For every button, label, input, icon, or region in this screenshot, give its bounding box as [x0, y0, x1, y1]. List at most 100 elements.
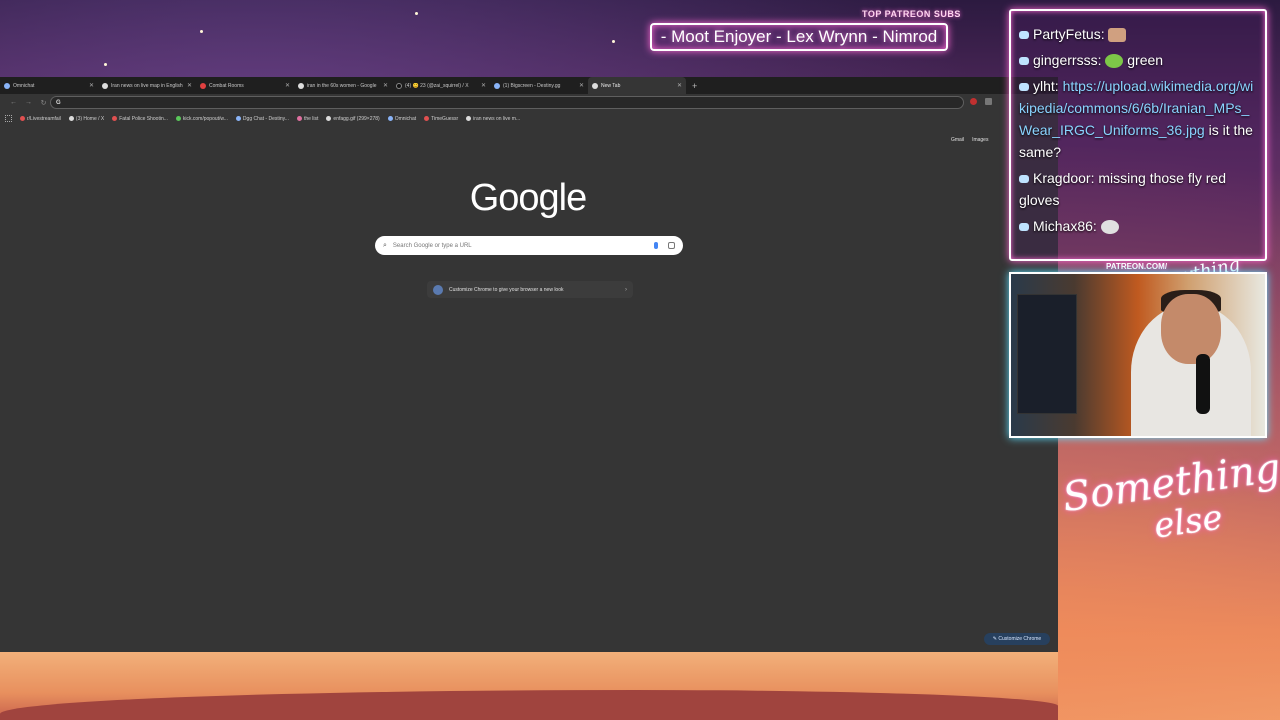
- patreon-label: TOP PATREON SUBS: [862, 9, 961, 19]
- google-logo: Google: [469, 177, 588, 219]
- search-icon: ⌕: [383, 241, 387, 249]
- patreon-subs-banner: - Moot Enjoyer - Lex Wrynn - Nimrod: [650, 23, 948, 51]
- gmail-link[interactable]: Gmail: [951, 137, 964, 143]
- emote-icon: [1108, 28, 1127, 43]
- tab-title: Combat Rooms: [209, 82, 244, 89]
- google-search-box[interactable]: ⌕ Search Google or type a URL: [375, 236, 683, 255]
- chat-icon: [4, 82, 10, 89]
- tab-iran-map[interactable]: Iran news on live map in English ✕: [98, 77, 196, 94]
- chat-username: ylht:: [1033, 78, 1059, 94]
- webcam-frame: [1009, 272, 1267, 438]
- microphone-icon[interactable]: [654, 242, 658, 249]
- bookmark-item[interactable]: the list: [296, 115, 319, 122]
- chat-username: gingerrsss:: [1033, 52, 1102, 68]
- tab-title: (4) 😊 23 (@zai_squirrel) / X: [405, 82, 469, 89]
- bookmark-item[interactable]: kick.com/popout/w...: [175, 115, 228, 122]
- reload-icon[interactable]: ↻: [36, 99, 51, 107]
- chat-bubble-icon: [1019, 31, 1029, 39]
- tab-new-tab[interactable]: New Tab ✕: [588, 77, 686, 94]
- bookmark-label: Fatal Police Shootin...: [119, 115, 168, 122]
- close-icon[interactable]: ✕: [481, 82, 486, 89]
- tab-bigscreen[interactable]: (1) Bigscreen - Destiny.gg ✕: [490, 77, 588, 94]
- close-icon[interactable]: ✕: [677, 82, 682, 89]
- bookmark-icon: [296, 116, 302, 121]
- extensions-puzzle-icon[interactable]: [985, 98, 992, 105]
- bookmark-item[interactable]: Dgg Chat - Destiny...: [235, 116, 289, 122]
- close-icon[interactable]: ✕: [89, 82, 94, 89]
- tab-strip: Omnichat ✕ Iran news on live map in Engl…: [0, 77, 1058, 94]
- chat-bubble-icon: [1019, 175, 1029, 183]
- image-icon: [326, 116, 332, 121]
- tab-title: Iran news on live map in English: [111, 82, 183, 89]
- emote-icon: [1100, 220, 1119, 235]
- chrome-icon: [592, 82, 598, 89]
- new-tab-button[interactable]: +: [692, 81, 697, 91]
- logo-line-2: else: [1151, 497, 1226, 547]
- bookmark-icon: [112, 116, 118, 121]
- bookmark-label: iran news on live m...: [473, 115, 521, 122]
- bookmark-item[interactable]: iran news on live m...: [466, 116, 520, 122]
- toolbar-extensions: [970, 98, 992, 105]
- chat-message: gingerrsss: green: [1019, 49, 1257, 71]
- palette-icon: [433, 284, 443, 295]
- bookmark-item[interactable]: (3) Home / X: [68, 116, 104, 122]
- address-input[interactable]: [64, 99, 945, 106]
- google-icon: G: [56, 99, 61, 106]
- browser-toolbar: ← → ↻ G: [0, 94, 1058, 111]
- apps-grid-icon[interactable]: [5, 115, 12, 122]
- kick-icon: [175, 116, 181, 121]
- tab-google-search[interactable]: iran in the 60s women - Google ✕: [294, 77, 392, 94]
- star-decoration: [415, 12, 418, 15]
- chat-username: PartyFetus:: [1033, 26, 1105, 42]
- bookmark-item[interactable]: Omnichat: [387, 115, 417, 122]
- browser-window: Omnichat ✕ Iran news on live map in Engl…: [0, 77, 1058, 652]
- bookmark-item[interactable]: enfagg.gif (299×278): [326, 115, 380, 122]
- chat-bubble-icon: [1019, 83, 1029, 91]
- customize-chrome-button[interactable]: ✎ Customize Chrome: [984, 633, 1050, 645]
- bookmark-label: r/Livestreamfail: [27, 115, 61, 122]
- star-decoration: [104, 63, 107, 66]
- chat-message: Kragdoor: missing those fly red gloves: [1019, 167, 1257, 211]
- bookmark-label: the list: [303, 115, 319, 122]
- bookmark-label: Omnichat: [394, 115, 417, 122]
- customize-button-label: Customize Chrome: [998, 636, 1042, 642]
- webcam-head: [1161, 294, 1221, 364]
- customize-chrome-chip[interactable]: Customize Chrome to give your browser a …: [427, 281, 633, 298]
- bookmark-item[interactable]: TimeGuessr: [424, 116, 458, 122]
- emote-icon: [1105, 54, 1124, 69]
- close-icon[interactable]: ✕: [285, 82, 290, 89]
- back-icon[interactable]: ←: [6, 99, 21, 106]
- chat-username: Michax86:: [1033, 218, 1097, 234]
- close-icon[interactable]: ✕: [383, 82, 388, 89]
- address-bar[interactable]: G: [50, 96, 964, 109]
- chat-bubble-icon: [1019, 223, 1029, 231]
- chat-message: ylht: https://upload.wikimedia.org/wikip…: [1019, 75, 1257, 163]
- tab-title: (1) Bigscreen - Destiny.gg: [503, 82, 561, 89]
- map-icon: [102, 82, 108, 89]
- bookmark-label: enfagg.gif (299×278): [333, 115, 380, 122]
- chat-message: Michax86:: [1019, 215, 1257, 237]
- reddit-icon: [20, 116, 25, 121]
- x-icon: [396, 82, 402, 89]
- something-else-logo: Something else: [1060, 445, 1280, 550]
- bookmark-item[interactable]: Fatal Police Shootin...: [112, 116, 168, 122]
- customize-chip-label: Customize Chrome to give your browser a …: [449, 286, 564, 293]
- bookmark-item[interactable]: r/Livestreamfail: [20, 116, 61, 122]
- google-icon: [298, 82, 304, 89]
- lens-icon[interactable]: [668, 242, 675, 249]
- forward-icon[interactable]: →: [21, 99, 36, 106]
- chat-bubble-icon: [1019, 57, 1029, 65]
- close-icon[interactable]: ✕: [187, 82, 192, 89]
- tab-combat-rooms[interactable]: Combat Rooms ✕: [196, 77, 294, 94]
- close-icon[interactable]: ✕: [579, 82, 584, 89]
- tab-omnichat[interactable]: Omnichat ✕: [0, 77, 98, 94]
- chat-username: Kragdoor:: [1033, 170, 1095, 186]
- chat-icon: [494, 82, 500, 89]
- tab-x[interactable]: (4) 😊 23 (@zai_squirrel) / X ✕: [392, 77, 490, 94]
- chevron-right-icon: ›: [625, 286, 627, 293]
- red-icon: [200, 82, 206, 89]
- images-link[interactable]: Images: [972, 137, 988, 143]
- chat-icon: [387, 116, 393, 121]
- bookmark-label: kick.com/popout/w...: [182, 115, 228, 122]
- extension-icon[interactable]: [970, 98, 977, 105]
